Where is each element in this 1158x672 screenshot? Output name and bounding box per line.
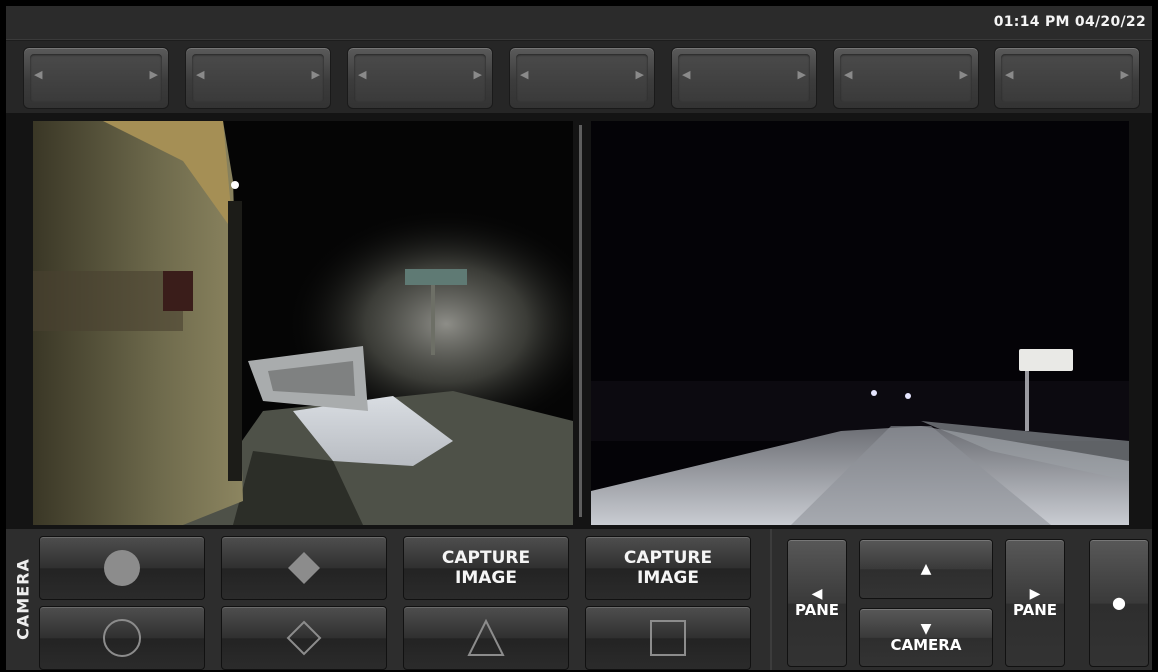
camera-selector-5[interactable]: ◀ ▶ <box>671 47 817 109</box>
camera-selector-2[interactable]: ◀ ▶ <box>185 47 331 109</box>
diamond-outline-icon <box>286 620 322 656</box>
selector-face <box>840 54 972 102</box>
left-arrow-icon[interactable]: ◀ <box>1005 68 1013 81</box>
left-arrow-icon[interactable]: ◀ <box>196 68 204 81</box>
camera-selector-4[interactable]: ◀ ▶ <box>509 47 655 109</box>
camera-selector-7[interactable]: ◀ ▶ <box>994 47 1140 109</box>
camera-section-label: CAMERA <box>12 531 34 667</box>
pane-next-label: PANE <box>1012 601 1058 619</box>
capture-label-line1: CAPTURE <box>623 548 713 568</box>
selector-face <box>192 54 324 102</box>
right-arrow-icon[interactable]: ▶ <box>312 68 320 81</box>
video-pane-left[interactable] <box>33 121 573 525</box>
pane-next-button[interactable]: ▶ PANE <box>1005 539 1065 667</box>
camera-selector-3[interactable]: ◀ ▶ <box>347 47 493 109</box>
down-arrow-icon: ▼ <box>920 620 932 637</box>
up-arrow-icon: ▲ <box>920 561 932 577</box>
right-arrow-icon[interactable]: ▶ <box>798 68 806 81</box>
left-arrow-icon[interactable]: ◀ <box>682 68 690 81</box>
pane-prev-button[interactable]: ◀ PANE <box>787 539 847 667</box>
filled-circle-icon <box>104 550 140 586</box>
pane-prev-label: PANE <box>794 601 840 619</box>
right-arrow-icon[interactable]: ▶ <box>474 68 482 81</box>
left-arrow-icon[interactable]: ◀ <box>34 68 42 81</box>
capture-image-label: CAPTURE IMAGE <box>442 548 530 588</box>
preset-circle-outline-button[interactable] <box>39 606 205 670</box>
capture-label-line2: IMAGE <box>455 568 517 588</box>
nav-separator <box>770 529 772 670</box>
camera-selector-1[interactable]: ◀ ▶ <box>23 47 169 109</box>
preset-filled-circle-button[interactable] <box>39 536 205 600</box>
video-pane-right[interactable] <box>591 121 1129 525</box>
selector-face <box>516 54 648 102</box>
pane-divider <box>579 125 582 517</box>
filled-diamond-icon <box>288 552 320 584</box>
datetime-readout: 01:14 PM 04/20/22 <box>993 14 1146 30</box>
preset-diamond-outline-button[interactable] <box>221 606 387 670</box>
selector-face <box>354 54 486 102</box>
dot-icon: ● <box>1112 593 1126 612</box>
selector-face <box>678 54 810 102</box>
status-bar: 01:14 PM 04/20/22 <box>6 6 1152 40</box>
preset-triangle-outline-button[interactable] <box>403 606 569 670</box>
right-arrow-icon[interactable]: ▶ <box>1121 68 1129 81</box>
front-camera-feed <box>591 121 1129 525</box>
capture-image-button-1[interactable]: CAPTURE IMAGE <box>403 536 569 600</box>
right-arrow-icon: ▶ <box>1029 586 1041 602</box>
capture-image-label: CAPTURE IMAGE <box>624 548 712 588</box>
camera-down-button[interactable]: ▼ CAMERA <box>859 608 993 667</box>
record-button[interactable]: ● <box>1089 539 1149 667</box>
right-arrow-icon[interactable]: ▶ <box>960 68 968 81</box>
left-arrow-icon[interactable]: ◀ <box>844 68 852 81</box>
preset-square-outline-button[interactable] <box>585 606 751 670</box>
side-camera-feed <box>33 121 573 525</box>
camera-display-screen: 01:14 PM 04/20/22 ◀ ▶ ◀ ▶ ◀ ▶ ◀ ▶ ◀ ▶ ◀ … <box>6 6 1152 670</box>
selector-face <box>1001 54 1133 102</box>
camera-selector-6[interactable]: ◀ ▶ <box>833 47 979 109</box>
right-arrow-icon[interactable]: ▶ <box>636 68 644 81</box>
right-arrow-icon[interactable]: ▶ <box>150 68 158 81</box>
control-panel: CAMERA CAPTURE IMAGE CAPTURE IMAGE ◀ PAN… <box>6 529 1152 670</box>
camera-label-text: CAMERA <box>13 558 33 640</box>
video-area <box>6 113 1152 529</box>
camera-down-label: CAMERA <box>890 635 962 654</box>
capture-label-line2: IMAGE <box>637 568 699 588</box>
camera-up-button[interactable]: ▲ <box>859 539 993 599</box>
triangle-outline-icon <box>467 618 505 656</box>
circle-outline-icon <box>103 619 141 657</box>
camera-selector-row: ◀ ▶ ◀ ▶ ◀ ▶ ◀ ▶ ◀ ▶ ◀ ▶ ◀ ▶ <box>6 41 1152 113</box>
capture-image-button-2[interactable]: CAPTURE IMAGE <box>585 536 751 600</box>
left-arrow-icon[interactable]: ◀ <box>520 68 528 81</box>
square-outline-icon <box>650 620 686 656</box>
selector-face <box>30 54 162 102</box>
left-arrow-icon: ◀ <box>811 586 823 602</box>
left-arrow-icon[interactable]: ◀ <box>358 68 366 81</box>
capture-label-line1: CAPTURE <box>441 548 531 568</box>
preset-filled-diamond-button[interactable] <box>221 536 387 600</box>
